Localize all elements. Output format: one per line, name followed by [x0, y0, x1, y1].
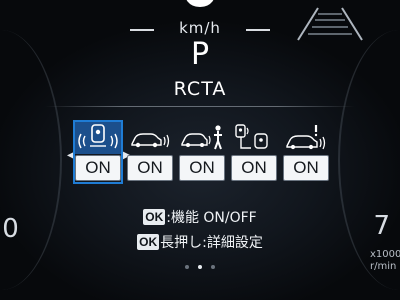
page-title: RCTA: [173, 78, 227, 100]
rcta-sensor-icon: [75, 122, 121, 154]
feature-rcta-sensor[interactable]: ON: [73, 120, 123, 184]
page-dot[interactable]: [211, 264, 216, 269]
feature-toggle[interactable]: ON: [75, 155, 121, 181]
feature-toggle-row: ◀ ▶ ON: [67, 120, 330, 184]
feature-car-warning[interactable]: ON: [283, 122, 329, 182]
car-warning-icon: [283, 122, 329, 154]
page-dot[interactable]: [184, 264, 189, 269]
unit-divider-right: [246, 29, 270, 31]
hint-text: :機能 ON/OFF: [166, 210, 257, 226]
pagination-dots: [0, 256, 400, 269]
feature-toggle[interactable]: ON: [127, 155, 173, 181]
feature-toggle[interactable]: ON: [231, 155, 277, 181]
speed-unit-row: km/h: [130, 19, 270, 39]
rear-cross-traffic-car-icon: [127, 122, 173, 154]
ok-key-badge: OK: [137, 234, 160, 250]
hint-detail-settings: OK 長押し:詳細設定: [0, 232, 400, 252]
rear-pedestrian-icon: [179, 122, 225, 154]
parking-assist-icon: [231, 122, 277, 154]
feature-rear-pedestrian[interactable]: ON: [179, 122, 225, 182]
gear-indicator: P: [190, 37, 210, 72]
hint-text: 長押し:詳細設定: [160, 235, 263, 251]
feature-rear-cross-traffic[interactable]: ON: [127, 122, 173, 182]
hint-toggle-function: OK:機能 ON/OFF: [0, 207, 400, 227]
instrument-cluster-screen: 0 km/h P RCTA .0 7 x1000 r/min ◀ ▶: [0, 0, 400, 300]
ok-key-badge: OK: [143, 209, 166, 225]
title-divider: [45, 106, 355, 107]
feature-toggle[interactable]: ON: [283, 155, 329, 181]
feature-parking-assist[interactable]: ON: [231, 122, 277, 182]
speed-unit: km/h: [179, 19, 221, 37]
chevron-left-icon[interactable]: ◀: [67, 150, 75, 161]
feature-toggle[interactable]: ON: [179, 155, 225, 181]
page-dot-active[interactable]: [198, 264, 202, 269]
